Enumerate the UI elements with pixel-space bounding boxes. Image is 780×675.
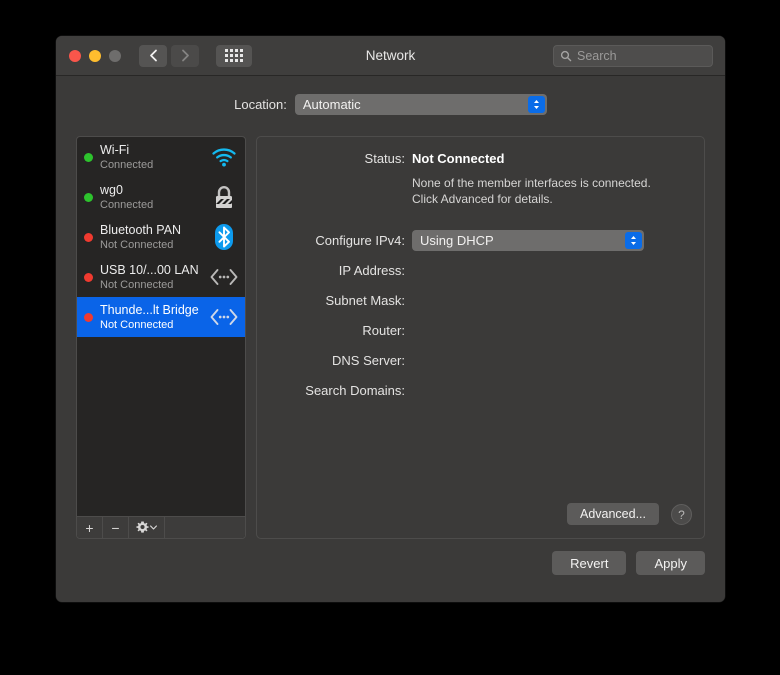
minimize-window-button[interactable] [89, 49, 101, 62]
configure-ipv4-selected-value: Using DHCP [420, 233, 494, 248]
service-status: Not Connected [100, 318, 174, 331]
network-services-sidebar: Wi-Fi Connected wg0 Connected Bluetooth … [76, 136, 246, 539]
location-row: Location: Automatic [56, 94, 725, 115]
remove-service-button[interactable]: − [103, 517, 129, 538]
status-indicator [84, 272, 93, 282]
service-name: USB 10/...00 LAN [100, 262, 199, 277]
advanced-button[interactable]: Advanced... [566, 503, 659, 525]
wifi-icon [209, 142, 239, 172]
configure-ipv4-row: Configure IPv4: Using DHCP [257, 230, 644, 251]
list-item-text: Wi-Fi Connected [100, 143, 209, 172]
list-item[interactable]: wg0 Connected [77, 177, 245, 217]
back-button[interactable] [139, 44, 167, 67]
list-item-text: USB 10/...00 LAN Not Connected [100, 263, 209, 292]
status-note: None of the member interfaces is connect… [257, 175, 651, 207]
service-name: Bluetooth PAN [100, 222, 182, 237]
sidebar-toolbar: + − [77, 516, 245, 538]
list-item-text: Bluetooth PAN Not Connected [100, 223, 209, 252]
service-status: Not Connected [100, 238, 174, 251]
add-service-button[interactable]: + [77, 517, 103, 538]
navigation-buttons [139, 44, 199, 67]
chevron-left-icon [149, 49, 157, 62]
search-input[interactable]: Search [553, 45, 713, 67]
location-dropdown[interactable]: Automatic [294, 94, 547, 115]
chevron-down-icon [150, 525, 157, 530]
service-name: Wi-Fi [100, 142, 130, 157]
ethernet-icon [209, 262, 239, 292]
chevron-updown-icon [527, 96, 545, 113]
status-indicator [84, 192, 93, 202]
status-value: Not Connected [412, 151, 505, 166]
list-item[interactable]: USB 10/...00 LAN Not Connected [77, 257, 245, 297]
lock-icon [209, 182, 239, 212]
dns-server-label: DNS Server: [332, 353, 405, 368]
ip-address-label: IP Address: [338, 263, 405, 278]
status-note-line-2: Click Advanced for details. [412, 192, 553, 206]
bluetooth-icon [209, 222, 239, 252]
list-item-text: Thunde...lt Bridge Not Connected [100, 303, 209, 332]
dns-server-row: DNS Server: [257, 353, 412, 368]
search-placeholder: Search [577, 49, 617, 63]
chevron-right-icon [181, 49, 189, 62]
service-status: Not Connected [100, 278, 174, 291]
subnet-mask-row: Subnet Mask: [257, 293, 412, 308]
status-indicator [84, 312, 93, 322]
router-label: Router: [362, 323, 405, 338]
configure-ipv4-label: Configure IPv4: [315, 233, 405, 248]
search-icon [560, 50, 572, 62]
service-status: Connected [100, 198, 154, 211]
router-row: Router: [257, 323, 412, 338]
status-note-text: None of the member interfaces is connect… [412, 175, 651, 207]
search-domains-label: Search Domains: [305, 383, 405, 398]
close-window-button[interactable] [69, 49, 81, 62]
service-name: Thunde...lt Bridge [100, 302, 199, 317]
service-actions-button[interactable] [129, 517, 165, 538]
location-label: Location: [234, 97, 287, 112]
sidebar-toolbar-spacer [165, 517, 245, 538]
window-titlebar: Network Search [56, 36, 725, 76]
status-label: Status: [364, 151, 405, 166]
search-domains-row: Search Domains: [257, 383, 412, 398]
list-item[interactable]: Wi-Fi Connected [77, 137, 245, 177]
ethernet-icon [209, 302, 239, 332]
service-status: Connected [100, 158, 154, 171]
configure-ipv4-dropdown[interactable]: Using DHCP [412, 230, 644, 251]
location-selected-value: Automatic [302, 97, 361, 112]
forward-button[interactable] [171, 44, 199, 67]
traffic-lights [69, 49, 121, 62]
revert-button[interactable]: Revert [552, 551, 627, 575]
preferences-body: Wi-Fi Connected wg0 Connected Bluetooth … [76, 136, 705, 602]
chevron-updown-icon [625, 232, 642, 249]
subnet-mask-label: Subnet Mask: [325, 293, 406, 308]
status-indicator [84, 232, 93, 242]
service-detail-panel: Status: Not Connected None of the member… [256, 136, 705, 539]
footer-buttons: Revert Apply [552, 551, 705, 575]
grid-icon [225, 49, 243, 62]
apply-button[interactable]: Apply [636, 551, 705, 575]
network-services-list: Wi-Fi Connected wg0 Connected Bluetooth … [77, 137, 245, 516]
help-button[interactable]: ? [671, 504, 692, 525]
list-item[interactable]: Bluetooth PAN Not Connected [77, 217, 245, 257]
maximize-window-button[interactable] [109, 49, 121, 62]
status-row: Status: Not Connected [257, 151, 505, 166]
gear-icon [136, 521, 149, 533]
show-all-preferences-button[interactable] [216, 44, 252, 67]
network-preferences-window: Network Search Location: Automatic Wi-Fi… [56, 36, 725, 602]
status-note-line-1: None of the member interfaces is connect… [412, 176, 651, 190]
list-item-text: wg0 Connected [100, 183, 209, 212]
status-indicator [84, 152, 93, 162]
list-item[interactable]: Thunde...lt Bridge Not Connected [77, 297, 245, 337]
ip-address-row: IP Address: [257, 263, 412, 278]
service-name: wg0 [100, 182, 123, 197]
